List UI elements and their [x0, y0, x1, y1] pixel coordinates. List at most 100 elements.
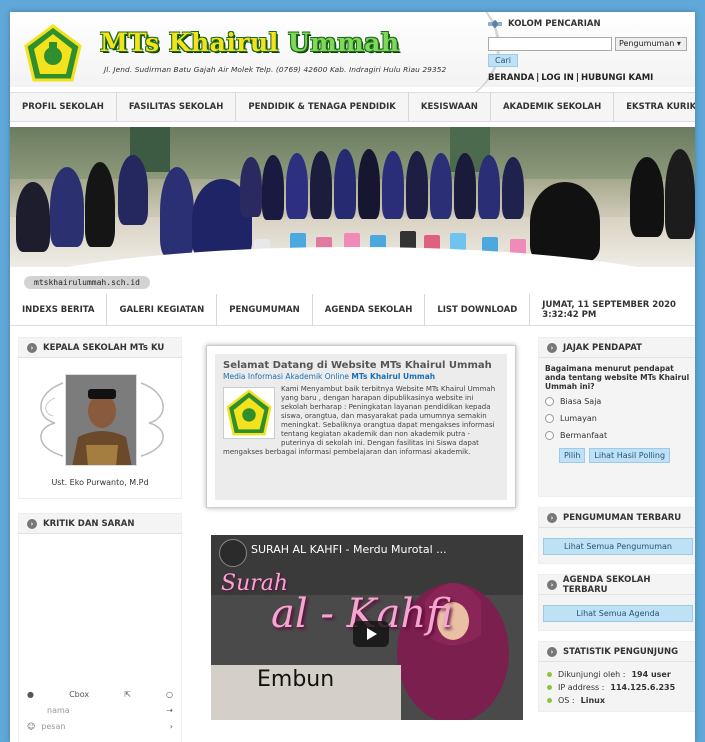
stat-row: Dikunjungi oleh : 194 user: [539, 668, 695, 681]
student-figure: [118, 155, 148, 225]
see-all-agenda-button[interactable]: Lihat Semua Agenda: [543, 605, 693, 622]
user-icon: ●: [27, 689, 34, 699]
jajak-pendapat-panel: › JAJAK PENDAPAT Bagaimana menurut penda…: [538, 337, 695, 497]
nav-ekstra-kurikuler[interactable]: EKSTRA KURIKULER: [614, 92, 695, 122]
kritik-saran-heading: › KRITIK DAN SARAN: [19, 514, 181, 534]
current-datetime: JUMAT, 11 SEPTEMBER 2020 3:32:42 PM: [542, 299, 676, 320]
school-logo-small: [223, 387, 275, 439]
header-swoosh: [380, 12, 500, 102]
top-links: BERANDA | LOG IN | HUBUNGI KAMI: [488, 73, 688, 83]
nav-kesiswaan[interactable]: KESISWAAN: [409, 92, 491, 122]
student-figure: [430, 153, 452, 219]
right-sidebar: › JAJAK PENDAPAT Bagaimana menurut penda…: [538, 337, 695, 712]
youtube-video[interactable]: SURAH AL KAHFI - Merdu Murotal ... Surah…: [211, 535, 523, 720]
site-url-pill: mtskhairulummah.sch.id: [24, 276, 150, 289]
agenda-panel: › AGENDA SEKOLAH TERBARU Lihat Semua Age…: [538, 574, 695, 631]
poll-option[interactable]: Lumayan: [539, 410, 695, 427]
statistik-heading: › STATISTIK PENGUNJUNG: [539, 642, 695, 662]
kepala-sekolah-name: Ust. Eko Purwanto, M.Pd: [51, 478, 149, 487]
poll-results-button[interactable]: Lihat Hasil Polling: [589, 448, 671, 463]
radio-icon[interactable]: [545, 414, 554, 423]
kepala-sekolah-heading: › KEPALA SEKOLAH MTs KU: [19, 338, 181, 358]
arrow-icon: ›: [27, 342, 37, 353]
site-title[interactable]: MTs Khairul Ummah: [100, 28, 400, 57]
statistik-panel: › STATISTIK PENGUNJUNG Dikunjungi oleh :…: [538, 641, 695, 712]
student-figure: [240, 157, 262, 217]
welcome-body: Kami Menyambut baik terbitnya Website MT…: [223, 385, 499, 457]
search-button[interactable]: Cari: [488, 54, 518, 67]
pengumuman-heading: › PENGUMUMAN TERBARU: [539, 508, 695, 528]
bullet-icon: [547, 685, 552, 690]
nav-akademik-sekolah[interactable]: AKADEMIK SEKOLAH: [491, 92, 615, 122]
main-nav: PROFIL SEKOLAH FASILITAS SEKOLAH PENDIDI…: [10, 92, 695, 122]
link-hubungi-kami[interactable]: HUBUNGI KAMI: [581, 73, 653, 83]
arrow-icon: ›: [547, 342, 557, 353]
nav-indexs-berita[interactable]: INDEXS BERITA: [10, 293, 108, 326]
nav-list-download[interactable]: LIST DOWNLOAD: [425, 293, 531, 326]
student-figure: [310, 151, 332, 219]
search-category-select[interactable]: Pengumuman ▾: [615, 37, 687, 51]
radio-icon[interactable]: [545, 431, 554, 440]
bullet-icon: [547, 672, 552, 677]
student-figure: [16, 182, 50, 252]
stat-label: IP address :: [558, 683, 605, 692]
agenda-title: AGENDA SEKOLAH TERBARU: [562, 574, 651, 595]
student-figure: [454, 153, 476, 219]
poll-option[interactable]: Bermanfaat: [539, 427, 695, 444]
welcome-subtitle: Media Informasi Akademik Online MTs Khai…: [223, 372, 499, 381]
secondary-nav: INDEXS BERITA GALERI KEGIATAN PENGUMUMAN…: [10, 293, 695, 326]
student-figure: [334, 149, 356, 219]
nav-profil-sekolah[interactable]: PROFIL SEKOLAH: [10, 92, 117, 122]
stat-value: 114.125.6.235: [610, 683, 676, 692]
satellite-icon: [488, 19, 502, 29]
kepala-sekolah-photo[interactable]: [65, 374, 137, 466]
welcome-panel: Selamat Datang di Website MTs Khairul Um…: [206, 345, 516, 508]
student-figure: [630, 157, 664, 237]
site-header: MTs Khairul Ummah Jl. Jend. Sudirman Bat…: [10, 12, 695, 102]
arrow-icon: ›: [27, 518, 37, 529]
search-box: KOLOM PENCARIAN Pengumuman ▾ Cari BERAND…: [488, 17, 688, 83]
kepala-sekolah-panel: › KEPALA SEKOLAH MTs KU Ust. Eko Purwant…: [18, 337, 182, 499]
kritik-saran-title: KRITIK DAN SARAN: [43, 518, 135, 529]
login-icon[interactable]: ⇢: [166, 706, 173, 715]
nav-agenda-sekolah[interactable]: AGENDA SEKOLAH: [313, 293, 426, 326]
radio-icon[interactable]: [545, 397, 554, 406]
poll-question: Bagaimana menurut pendapat anda tentang …: [545, 364, 690, 391]
nav-pendidik[interactable]: PENDIDIK & TENAGA PENDIDIK: [236, 92, 409, 122]
see-all-announcements-button[interactable]: Lihat Semua Pengumuman: [543, 538, 693, 555]
channel-avatar-icon[interactable]: [219, 539, 247, 567]
status-icon: ○: [166, 689, 173, 699]
ornament-icon: [40, 382, 64, 457]
left-sidebar: › KEPALA SEKOLAH MTs KU Ust. Eko Purwant…: [18, 337, 182, 742]
jajak-pendapat-title: JAJAK PENDAPAT: [563, 342, 642, 353]
nav-fasilitas-sekolah[interactable]: FASILITAS SEKOLAH: [117, 92, 237, 122]
send-icon[interactable]: ›: [170, 722, 173, 731]
cbox-label[interactable]: Cbox: [69, 690, 89, 699]
welcome-subtitle-bold: MTs Khairul Ummah: [351, 372, 436, 381]
cbox-message-input[interactable]: pesan: [41, 722, 163, 731]
play-button-icon[interactable]: [353, 621, 389, 647]
external-link-icon[interactable]: ⇱: [124, 690, 131, 699]
poll-option[interactable]: Biasa Saja: [539, 393, 695, 410]
page-container: MTs Khairul Ummah Jl. Jend. Sudirman Bat…: [10, 12, 695, 742]
video-title[interactable]: SURAH AL KAHFI - Merdu Murotal ...: [251, 543, 447, 556]
student-figure: [502, 157, 524, 219]
cbox-name-input[interactable]: nama: [47, 706, 160, 715]
nav-galeri-kegiatan[interactable]: GALERI KEGIATAN: [107, 293, 218, 326]
student-figure: [382, 151, 404, 219]
student-figure: [665, 149, 695, 239]
school-logo[interactable]: [22, 24, 84, 82]
agenda-heading: › AGENDA SEKOLAH TERBARU: [539, 575, 695, 595]
stat-value: Linux: [580, 696, 606, 705]
nav-pengumuman[interactable]: PENGUMUMAN: [217, 293, 313, 326]
link-login[interactable]: LOG IN: [541, 73, 574, 83]
link-beranda[interactable]: BERANDA: [488, 73, 534, 83]
poll-vote-button[interactable]: Pilih: [559, 448, 586, 463]
poll-option-label: Bermanfaat: [560, 431, 608, 440]
search-input[interactable]: [488, 37, 612, 51]
stat-label: Dikunjungi oleh :: [558, 670, 626, 679]
stat-label: OS :: [558, 696, 575, 705]
poll-option-label: Biasa Saja: [560, 397, 602, 406]
student-figure: [50, 167, 84, 247]
smiley-icon[interactable]: ☺: [27, 722, 35, 731]
